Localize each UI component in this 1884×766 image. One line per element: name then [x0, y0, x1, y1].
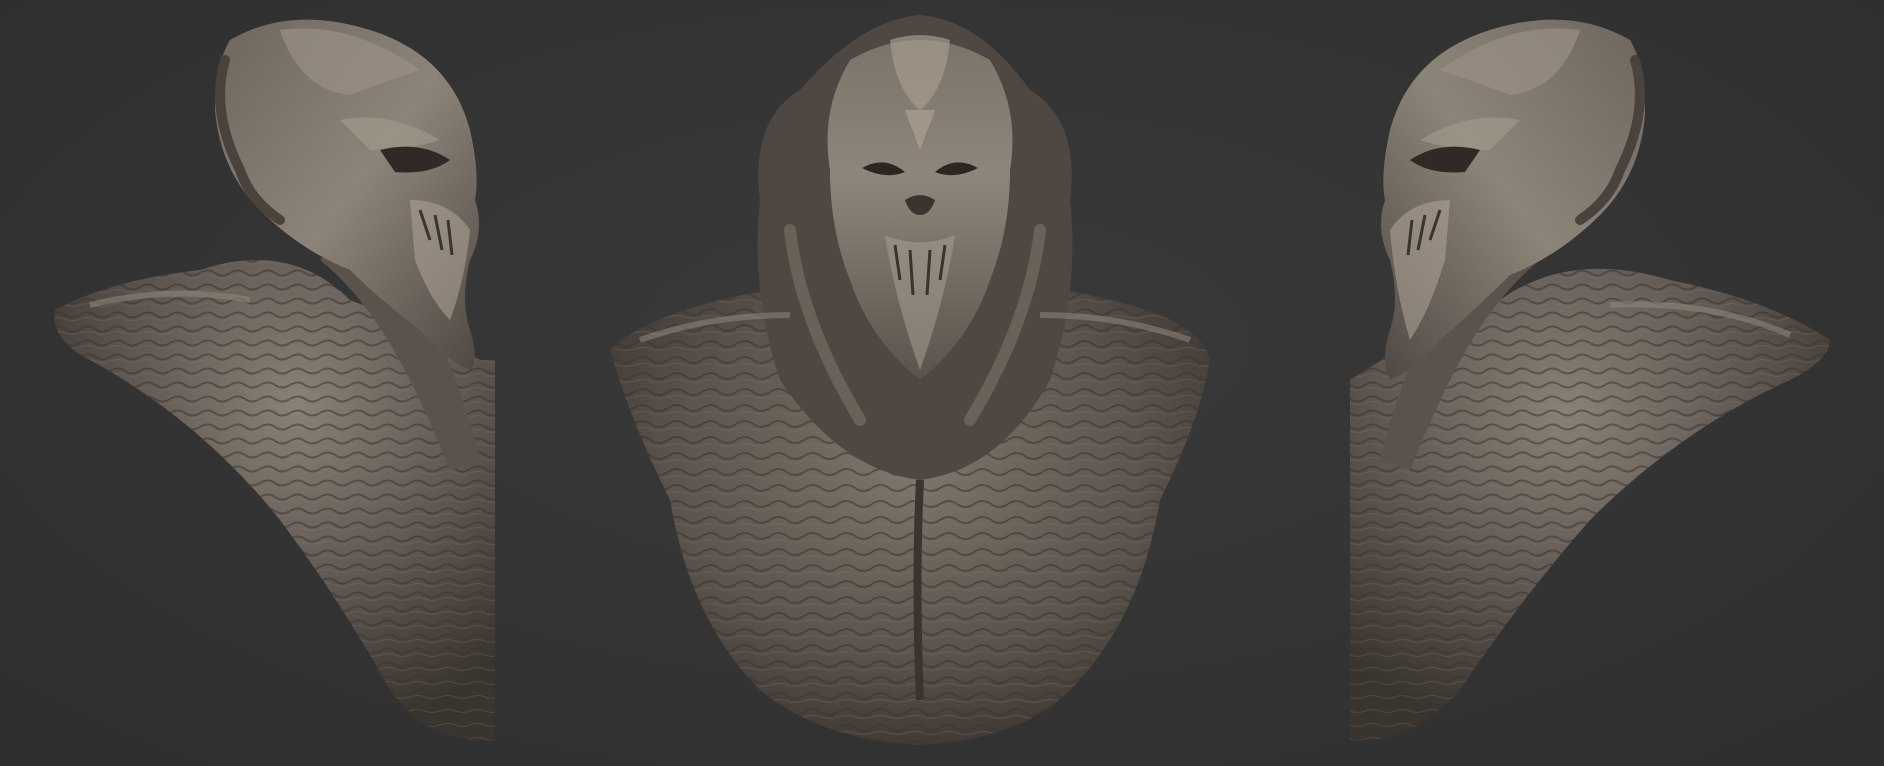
- left-profile-render: [54, 19, 495, 741]
- creature-bust-right-profile: [1240, 0, 1830, 766]
- front-render: [610, 15, 1210, 745]
- creature-bust-left-profile: [50, 0, 600, 766]
- sculpt-turnaround-canvas: [0, 0, 1884, 766]
- creature-bust-front: [600, 0, 1230, 766]
- right-profile-render: [1350, 19, 1830, 741]
